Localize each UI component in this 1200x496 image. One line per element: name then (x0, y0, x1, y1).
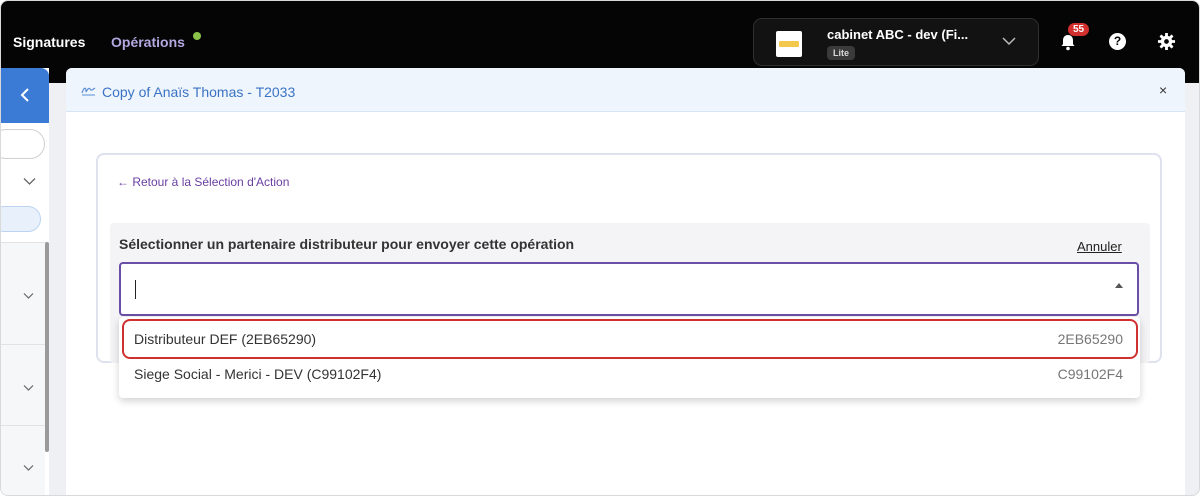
chevron-down-icon[interactable] (23, 174, 36, 189)
nav-operations[interactable]: Opérations (111, 34, 185, 50)
plan-badge: Lite (827, 46, 856, 60)
notification-count-badge: 55 (1068, 23, 1090, 36)
cabinet-selector[interactable]: cabinet ABC - dev (Fi... Lite (753, 18, 1039, 66)
chevron-left-icon (20, 88, 29, 102)
collapse-sidebar-button[interactable] (1, 68, 49, 123)
status-dot-icon (193, 32, 201, 40)
divider (1, 242, 45, 243)
back-to-action-selection-link[interactable]: ← Retour à la Sélection d'Action (117, 175, 289, 189)
divider (1, 425, 45, 426)
sidebar-filter-chip[interactable] (1, 206, 41, 232)
text-cursor (135, 280, 136, 299)
chevron-down-icon[interactable] (23, 380, 34, 395)
option-name: Distributeur DEF (2EB65290) (134, 331, 317, 347)
chevron-down-icon[interactable] (23, 460, 34, 475)
sidebar-search-input[interactable] (1, 129, 45, 159)
cancel-button[interactable]: Annuler (1077, 239, 1122, 254)
divider (1, 344, 45, 345)
modal-title: Copy of Anaïs Thomas - T2033 (102, 84, 296, 100)
nav-signatures[interactable]: Signatures (13, 34, 85, 50)
signature-icon (81, 84, 96, 99)
distributor-select-input[interactable] (119, 262, 1139, 316)
chevron-down-icon[interactable] (23, 288, 34, 303)
gear-icon[interactable] (1157, 32, 1176, 51)
chevron-down-icon[interactable] (1002, 33, 1016, 49)
sidebar-list (1, 242, 45, 495)
caret-up-icon[interactable] (1114, 281, 1124, 291)
left-sidebar (1, 68, 49, 495)
distributor-options-list: Distributeur DEF (2EB65290) 2EB65290 Sie… (119, 317, 1140, 398)
close-icon[interactable]: × (1159, 82, 1167, 98)
option-name: Siege Social - Merici - DEV (C99102F4) (134, 366, 382, 382)
app-window: Signatures Opérations cabinet ABC - dev … (0, 0, 1200, 496)
sidebar-scrollbar[interactable] (45, 242, 49, 452)
option-item[interactable]: Distributeur DEF (2EB65290) 2EB65290 (119, 319, 1140, 359)
modal-header: Copy of Anaïs Thomas - T2033 × (66, 68, 1185, 112)
cabinet-name: cabinet ABC - dev (Fi... (827, 27, 969, 42)
option-code: 2EB65290 (1057, 331, 1123, 347)
option-item[interactable]: Siege Social - Merici - DEV (C99102F4) C… (119, 354, 1140, 394)
cabinet-logo (776, 31, 802, 57)
select-distributor-label: Sélectionner un partenaire distributeur … (119, 236, 575, 252)
help-icon[interactable]: ? (1109, 33, 1126, 50)
option-code: C99102F4 (1057, 366, 1123, 382)
